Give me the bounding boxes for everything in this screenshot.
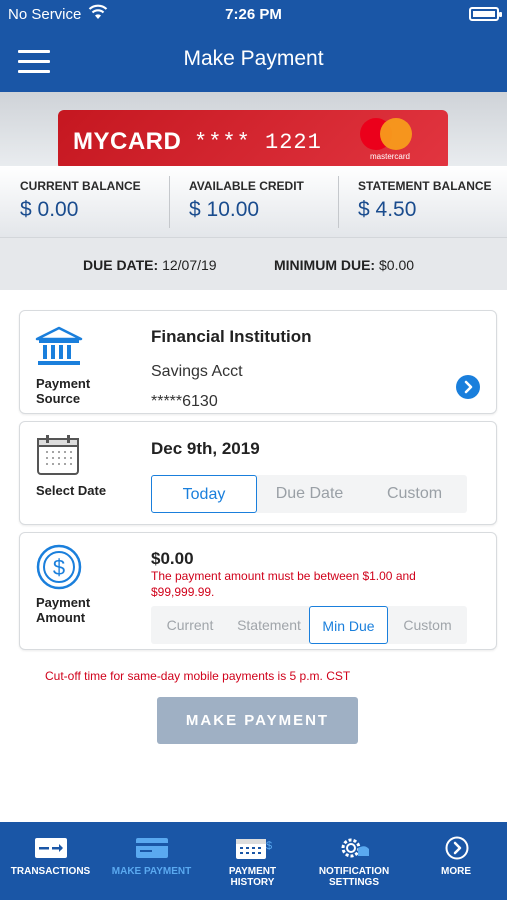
current-balance: CURRENT BALANCE $ 0.00 (0, 166, 169, 238)
balance-summary: CURRENT BALANCE $ 0.00 AVAILABLE CREDIT … (0, 166, 507, 238)
minimum-due: MINIMUM DUE: $0.00 (274, 257, 414, 273)
tab-transactions-label: TRANSACTIONS (0, 866, 101, 877)
institution-name: Financial Institution (151, 327, 312, 346)
tab-notification-settings[interactable]: NOTIFICATION SETTINGS (303, 822, 405, 900)
status-bar: No Service 7:26 PM (0, 0, 507, 28)
tab-notification-settings-label: NOTIFICATION SETTINGS (303, 866, 405, 888)
gear-notification-icon (341, 838, 369, 858)
amount-option-current[interactable]: Current (151, 606, 229, 644)
bank-icon (34, 325, 84, 372)
payment-amount-label-line1: Payment (36, 595, 91, 610)
amount-option-selector: Current Statement Min Due Custom (151, 606, 467, 644)
minimum-due-value: $0.00 (379, 257, 415, 273)
svg-text:$: $ (266, 840, 272, 852)
calendar-history-icon: $ (236, 839, 272, 859)
payment-source-label-line1: Payment (36, 376, 91, 391)
mastercard-logo: mastercard (360, 118, 414, 161)
page-title: Make Payment (183, 47, 324, 70)
amount-error-line1: The payment amount must be between $1.00… (151, 569, 416, 583)
tab-more-label: MORE (405, 866, 507, 877)
tab-notification-settings-label-line1: NOTIFICATION (318, 866, 390, 877)
date-option-due-date[interactable]: Due Date (257, 475, 362, 513)
payment-amount-panel: $ Payment Amount $0.00 The payment amoun… (19, 532, 497, 650)
make-payment-button[interactable]: MAKE PAYMENT (157, 697, 358, 744)
amount-option-statement[interactable]: Statement (229, 606, 309, 644)
amount-error-message: The payment amount must be between $1.00… (151, 568, 451, 600)
calendar-icon (36, 434, 80, 481)
mastercard-label: mastercard (369, 152, 410, 161)
credit-card-image: MYCARD **** 1221 mastercard (58, 110, 448, 166)
amount-error-line2: $99,999.99. (151, 585, 215, 599)
select-date-panel: Select Date Dec 9th, 2019 Today Due Date… (19, 421, 497, 525)
status-time: 7:26 PM (225, 6, 282, 23)
date-option-today[interactable]: Today (151, 475, 257, 513)
due-date-value: 12/07/19 (162, 257, 217, 273)
available-credit-label: AVAILABLE CREDIT (189, 179, 304, 193)
due-date-label: DUE DATE: (83, 257, 159, 273)
chevron-right-circle-icon (445, 836, 469, 860)
tab-payment-history-label-line1: PAYMENT (228, 866, 277, 877)
current-balance-value: $ 0.00 (20, 198, 79, 221)
bottom-tab-bar: TRANSACTIONS MAKE PAYMENT $ PAYMENT HIST… (0, 822, 507, 900)
tab-make-payment-label-line1: MAKE PAYMENT (111, 866, 192, 877)
available-credit: AVAILABLE CREDIT $ 10.00 (169, 166, 338, 238)
account-number: *****6130 (151, 393, 218, 410)
card-payment-icon (136, 838, 168, 858)
current-balance-label: CURRENT BALANCE (20, 179, 141, 193)
statement-balance-label: STATEMENT BALANCE (358, 179, 492, 193)
card-number: **** 1221 (194, 130, 322, 155)
tab-notification-settings-label-line2: SETTINGS (328, 877, 379, 888)
statement-balance-value: $ 4.50 (358, 198, 417, 221)
selected-date: Dec 9th, 2019 (151, 439, 260, 458)
payment-source-label-line2: Source (36, 391, 81, 406)
tab-payment-history-label: PAYMENT HISTORY (202, 866, 303, 888)
account-type: Savings Acct (151, 363, 243, 380)
chevron-right-icon[interactable] (456, 375, 480, 399)
select-date-label: Select Date (36, 483, 107, 498)
statement-balance: STATEMENT BALANCE $ 4.50 (338, 166, 507, 238)
tab-payment-history[interactable]: $ PAYMENT HISTORY (202, 822, 303, 900)
tab-payment-history-label-line2: HISTORY (230, 877, 275, 888)
payment-source-panel[interactable]: Payment Source Financial Institution Sav… (19, 310, 497, 414)
date-option-selector: Today Due Date Custom (151, 475, 467, 513)
payment-source-label: Payment Source (36, 376, 90, 406)
due-info-row: DUE DATE: 12/07/19 MINIMUM DUE: $0.00 (0, 238, 507, 290)
dollar-icon: $ (36, 544, 82, 595)
svg-text:$: $ (53, 555, 65, 580)
tab-transactions[interactable]: TRANSACTIONS (0, 822, 101, 900)
due-date: DUE DATE: 12/07/19 (83, 257, 217, 273)
tab-make-payment[interactable]: MAKE PAYMENT (101, 822, 202, 900)
payment-amount-label: Payment Amount (36, 595, 90, 625)
cutoff-notice: Cut-off time for same-day mobile payment… (45, 669, 351, 683)
payment-amount-label-line2: Amount (36, 610, 86, 625)
battery-icon (469, 7, 502, 21)
transactions-icon (35, 838, 67, 858)
tab-more[interactable]: MORE (405, 822, 507, 900)
app-header: No Service 7:26 PM Make Payment (0, 0, 507, 92)
tab-more-label-line1: MORE (441, 866, 471, 877)
card-name: MYCARD (73, 128, 182, 155)
date-option-custom[interactable]: Custom (362, 475, 467, 513)
amount-option-custom[interactable]: Custom (388, 606, 467, 644)
card-banner: MYCARD **** 1221 mastercard (0, 92, 507, 166)
tab-transactions-label-line1: TRANSACTIONS (10, 866, 91, 877)
available-credit-value: $ 10.00 (189, 198, 260, 221)
payment-amount-value: $0.00 (151, 549, 194, 568)
tab-make-payment-label: MAKE PAYMENT (101, 866, 202, 877)
amount-option-min-due[interactable]: Min Due (309, 606, 388, 644)
minimum-due-label: MINIMUM DUE: (274, 257, 376, 273)
